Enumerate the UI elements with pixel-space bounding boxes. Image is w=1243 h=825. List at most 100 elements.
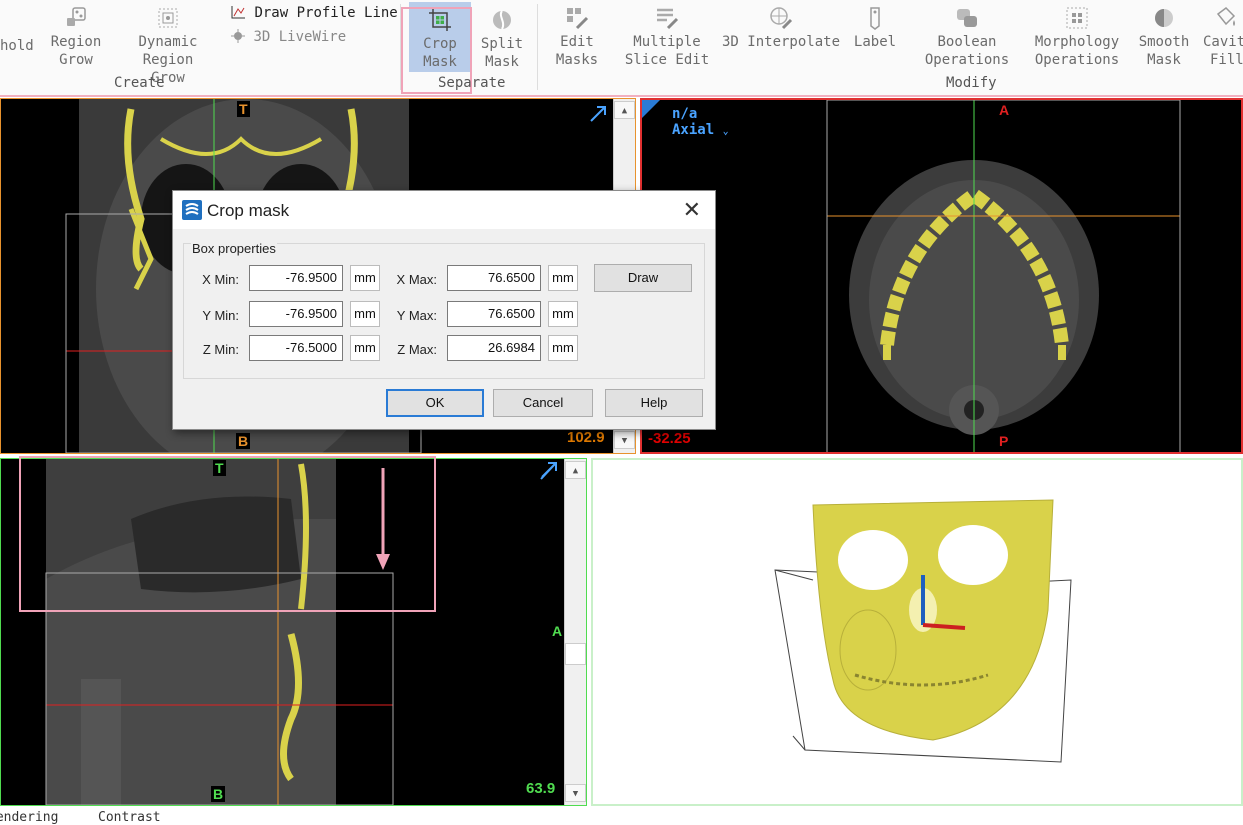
smooth-mask-label-1: Smooth — [1138, 34, 1190, 50]
interpolate-3d-button[interactable]: 3D Interpolate — [722, 6, 840, 51]
dynamic-region-grow-label-1: Dynamic Region — [138, 34, 198, 68]
ribbon-separator — [537, 4, 538, 90]
z-min-label: Z Min: — [202, 342, 239, 357]
smooth-mask-icon — [1155, 9, 1173, 27]
sagittal-scrollbar[interactable]: ▲ ▼ — [564, 459, 586, 805]
edit-masks-button[interactable]: Edit Masks — [550, 6, 604, 69]
label-button[interactable]: Label — [852, 6, 898, 51]
separate-group-label: Separate — [438, 75, 506, 91]
axial-orientation-dropdown[interactable]: Axial ⌄ — [672, 122, 729, 138]
crop-mask-dialog: Crop mask ✕ Box properties X Min: -76.95… — [172, 190, 716, 430]
scroll-thumb[interactable] — [565, 643, 586, 665]
axial-ct-image — [642, 100, 1181, 452]
modify-group-label: Modify — [946, 75, 997, 91]
morphology-operations-button[interactable]: Morphology Operations — [1030, 6, 1124, 69]
multiple-slice-edit-button[interactable]: Multiple Slice Edit — [620, 6, 714, 69]
rendering-tab[interactable]: Rendering — [0, 810, 58, 825]
x-max-input[interactable]: 76.6500 — [447, 265, 541, 291]
region-grow-button[interactable]: Region Grow — [50, 6, 102, 69]
scroll-down-icon[interactable]: ▼ — [614, 431, 635, 449]
x-max-unit: mm — [548, 265, 578, 291]
cavity-fill-label-1: Cavit — [1203, 34, 1243, 50]
interpolate-3d-icon — [770, 7, 793, 30]
dialog-titlebar[interactable]: Crop mask ✕ — [173, 191, 715, 229]
scroll-down-icon[interactable]: ▼ — [565, 784, 586, 802]
boolean-operations-button[interactable]: Boolean Operations — [922, 6, 1012, 69]
z-max-unit: mm — [548, 335, 578, 361]
app-logo-icon — [182, 200, 202, 220]
boolean-operations-icon — [957, 9, 977, 27]
split-mask-icon — [493, 10, 511, 30]
livewire-icon — [231, 29, 245, 43]
coronal-slice-value: 102.9 — [565, 429, 607, 446]
interpolate-3d-label: 3D Interpolate — [722, 34, 841, 50]
z-max-input[interactable]: 26.6984 — [447, 335, 541, 361]
multiple-slice-edit-label-2: Slice Edit — [624, 52, 710, 68]
edit-masks-label-1: Edit — [560, 34, 594, 50]
edit-masks-icon — [567, 8, 589, 30]
split-mask-button[interactable]: Split Mask — [476, 8, 528, 71]
coronal-top-marker: T — [237, 101, 250, 117]
y-max-label: Y Max: — [396, 308, 437, 323]
sagittal-slice-value: 63.9 — [524, 780, 558, 797]
chevron-down-icon: ⌄ — [722, 126, 729, 137]
region-grow-label-1: Region — [50, 34, 102, 50]
threshold-button[interactable]: hold — [0, 37, 34, 55]
sagittal-bottom-marker: B — [211, 786, 226, 802]
y-min-label: Y Min: — [202, 308, 239, 323]
draw-button[interactable]: Draw — [594, 264, 692, 292]
livewire-3d-button[interactable]: 3D LiveWire — [231, 29, 346, 45]
ribbon-toolbar: hold Region Grow Dynamic Region Grow Dra… — [0, 0, 1243, 97]
x-min-label: X Min: — [202, 272, 239, 287]
z-min-input[interactable]: -76.5000 — [249, 335, 343, 361]
label-label: Label — [853, 34, 897, 50]
label-tag-icon — [870, 7, 880, 30]
split-mask-label-1: Split — [480, 36, 524, 52]
profile-line-icon — [231, 6, 245, 19]
x-min-input[interactable]: -76.9500 — [249, 265, 343, 291]
region-grow-label-2: Grow — [59, 52, 93, 68]
status-bar: Rendering Contrast — [0, 806, 1243, 825]
y-min-unit: mm — [350, 301, 380, 327]
cavity-fill-button[interactable]: Cavit Fill — [1200, 6, 1243, 69]
ok-button[interactable]: OK — [386, 389, 484, 417]
livewire-3d-label: 3D LiveWire — [253, 29, 347, 45]
boolean-operations-label-2: Operations — [924, 52, 1010, 68]
multiple-slice-edit-icon — [657, 8, 679, 30]
draw-profile-line-label: Draw Profile Line — [254, 5, 398, 21]
region-grow-icon — [67, 7, 86, 26]
sagittal-right-marker: A — [550, 623, 565, 639]
multiple-slice-edit-label-1: Multiple — [633, 34, 701, 50]
create-group-label: Create — [114, 75, 165, 91]
draw-profile-line-button[interactable]: Draw Profile Line — [231, 5, 398, 21]
smooth-mask-button[interactable]: Smooth Mask — [1138, 6, 1190, 69]
morphology-operations-icon — [1066, 7, 1088, 29]
y-max-input[interactable]: 76.6500 — [447, 301, 541, 327]
morphology-operations-label-1: Morphology — [1034, 34, 1120, 50]
cavity-fill-icon — [1216, 7, 1236, 26]
smooth-mask-label-2: Mask — [1147, 52, 1181, 68]
axial-orientation-label: Axial — [672, 122, 715, 138]
axial-na-text: n/a — [672, 106, 698, 122]
axial-bottom-marker: P — [997, 433, 1011, 449]
scroll-up-icon[interactable]: ▲ — [565, 461, 586, 479]
help-button[interactable]: Help — [605, 389, 703, 417]
scroll-up-icon[interactable]: ▲ — [614, 101, 635, 119]
contrast-tab[interactable]: Contrast — [98, 810, 161, 825]
threshold-label: hold — [0, 38, 34, 54]
3d-skull-render — [774, 499, 1072, 763]
3d-view[interactable] — [591, 458, 1243, 806]
box-properties-title: Box properties — [191, 241, 277, 256]
z-max-label: Z Max: — [397, 342, 437, 357]
morphology-operations-label-2: Operations — [1034, 52, 1120, 68]
axial-view[interactable]: n/a Axial ⌄ A P -32.25 — [640, 98, 1243, 454]
y-min-input[interactable]: -76.9500 — [249, 301, 343, 327]
ribbon-bottom-border — [0, 95, 1243, 97]
y-max-unit: mm — [548, 301, 578, 327]
close-icon[interactable]: ✕ — [683, 197, 701, 223]
cancel-button[interactable]: Cancel — [493, 389, 593, 417]
split-mask-label-2: Mask — [485, 54, 519, 70]
coronal-bottom-marker: B — [236, 433, 251, 449]
axial-slice-value: -32.25 — [646, 430, 693, 447]
boolean-operations-label-1: Boolean — [937, 34, 997, 50]
